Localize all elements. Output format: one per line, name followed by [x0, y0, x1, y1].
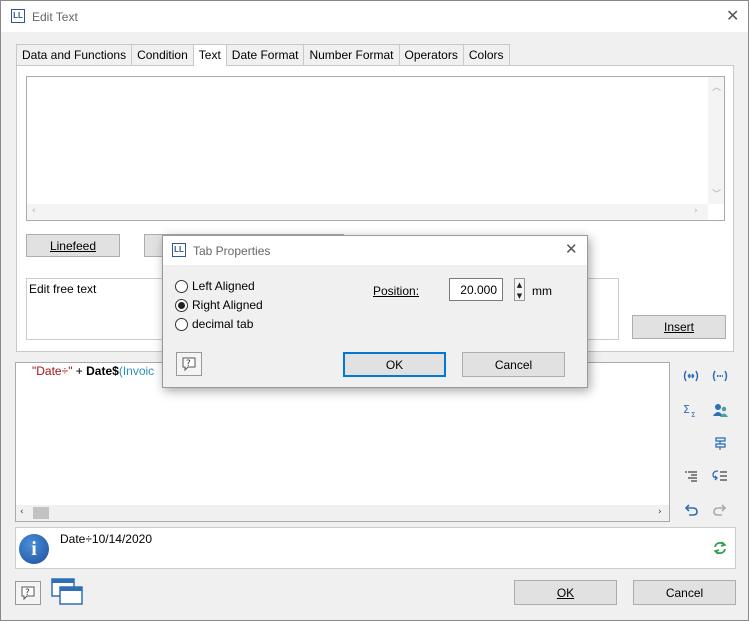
formula-code: "Date÷" + Date$(Invoic	[32, 364, 154, 378]
info-bar: i Date÷10/14/2020	[15, 527, 736, 569]
editor-scroll-right-icon[interactable]: ›	[658, 507, 662, 517]
scroll-up-icon[interactable]: ︿	[712, 80, 721, 93]
radio-left-aligned-label: Left Aligned	[192, 279, 255, 293]
edit-text-window: LL Edit Text ✕ Data and Functions Condit…	[0, 0, 749, 621]
free-text-label: Edit free text	[29, 282, 97, 296]
redo-icon	[709, 499, 731, 521]
vertical-scrollbar[interactable]: ︿ ﹀	[708, 77, 724, 204]
tab-condition[interactable]: Condition	[131, 44, 194, 65]
text-input-area[interactable]: ︿ ﹀ ‹ ›	[26, 76, 725, 221]
table-icon[interactable]	[680, 365, 702, 387]
cancel-button-label: Cancel	[665, 585, 704, 600]
field-icon[interactable]	[709, 432, 731, 454]
tab-data-and-functions[interactable]: Data and Functions	[16, 44, 133, 65]
tab-colors[interactable]: Colors	[462, 44, 510, 65]
window-icon[interactable]	[51, 578, 85, 606]
dialog-ok-button[interactable]: OK	[343, 352, 446, 377]
cancel-button[interactable]: Cancel	[633, 580, 736, 605]
editor-scroll-left-icon[interactable]: ‹	[20, 507, 24, 517]
app-logo-icon: LL	[11, 9, 25, 23]
help-button[interactable]: ?	[15, 581, 41, 605]
dialog-cancel-button-label: Cancel	[494, 357, 533, 372]
radio-right-aligned[interactable]: Right Aligned	[175, 298, 263, 312]
editor-horizontal-scrollbar[interactable]: ‹ ›	[16, 505, 669, 521]
position-label: Position:	[373, 284, 420, 298]
horizontal-scrollbar[interactable]: ‹ ›	[27, 204, 708, 220]
dialog-cancel-button[interactable]: Cancel	[462, 352, 565, 377]
wrap-icon[interactable]	[709, 465, 731, 487]
tab-number-format[interactable]: Number Format	[303, 44, 400, 65]
dialog-ok-button-label: OK	[385, 357, 404, 372]
insert-button-label: Insert	[663, 320, 694, 334]
dialog-title: Tab Properties	[193, 244, 271, 258]
radio-decimal-tab-label: decimal tab	[192, 317, 254, 331]
svg-text:?: ?	[25, 588, 30, 598]
undo-icon[interactable]	[680, 499, 702, 521]
dialog-title-bar: LL Tab Properties ✕	[163, 236, 587, 265]
ok-button-label: OK	[556, 585, 575, 600]
tab-properties-dialog: LL Tab Properties ✕ Left Aligned Right A…	[162, 235, 588, 388]
scroll-left-icon[interactable]: ‹	[32, 206, 36, 216]
ok-button[interactable]: OK	[514, 580, 617, 605]
position-spinner[interactable]: ▲ ▼	[514, 278, 525, 301]
spin-up-icon[interactable]: ▲	[515, 279, 524, 290]
position-input[interactable]: 20.000	[449, 278, 503, 301]
code-argument: (Invoic	[118, 364, 155, 378]
help-icon: ?	[21, 586, 35, 601]
radio-left-aligned[interactable]: Left Aligned	[175, 279, 255, 293]
scroll-right-icon[interactable]: ›	[694, 206, 698, 216]
radio-right-aligned-label: Right Aligned	[192, 298, 263, 312]
editor-scroll-thumb[interactable]	[33, 507, 49, 519]
code-function: Date$	[86, 364, 119, 378]
scroll-down-icon[interactable]: ﹀	[712, 187, 721, 200]
dialog-logo-icon: LL	[172, 243, 186, 257]
dialog-help-button[interactable]: ?	[176, 352, 202, 376]
svg-text:?: ?	[186, 359, 191, 369]
linefeed-button[interactable]: Linefeed	[26, 234, 120, 257]
tab-strip: Data and Functions Condition Text Date F…	[16, 44, 510, 66]
insert-button[interactable]: Insert	[632, 315, 726, 339]
svg-text:Σ: Σ	[691, 411, 695, 418]
close-icon[interactable]: ✕	[726, 6, 739, 25]
linefeed-button-label: Linefeed	[49, 238, 97, 253]
unit-label: mm	[532, 284, 552, 298]
dialog-close-icon[interactable]: ✕	[565, 240, 578, 258]
spin-down-icon[interactable]: ▼	[515, 290, 524, 301]
field-list-icon[interactable]	[709, 365, 731, 387]
tab-text[interactable]: Text	[192, 44, 227, 66]
info-text: Date÷10/14/2020	[60, 532, 152, 546]
radio-left-aligned-indicator[interactable]	[175, 279, 188, 293]
window-title: Edit Text	[32, 10, 78, 24]
code-string: "Date÷"	[32, 364, 73, 378]
radio-decimal-tab-indicator[interactable]	[175, 317, 188, 331]
dialog-help-icon: ?	[182, 357, 196, 372]
refresh-icon[interactable]	[709, 537, 731, 559]
info-icon: i	[19, 534, 49, 564]
format-icon[interactable]	[680, 465, 702, 487]
radio-decimal-tab[interactable]: decimal tab	[175, 317, 253, 331]
users-icon[interactable]	[709, 399, 731, 421]
tab-operators[interactable]: Operators	[398, 44, 464, 65]
sum-icon[interactable]: ΣΣ	[680, 399, 702, 421]
code-operator: +	[72, 364, 87, 378]
tab-date-format[interactable]: Date Format	[225, 44, 305, 65]
svg-text:Σ: Σ	[683, 403, 690, 416]
radio-right-aligned-indicator[interactable]	[175, 298, 188, 312]
title-bar: LL Edit Text ✕	[1, 1, 748, 32]
